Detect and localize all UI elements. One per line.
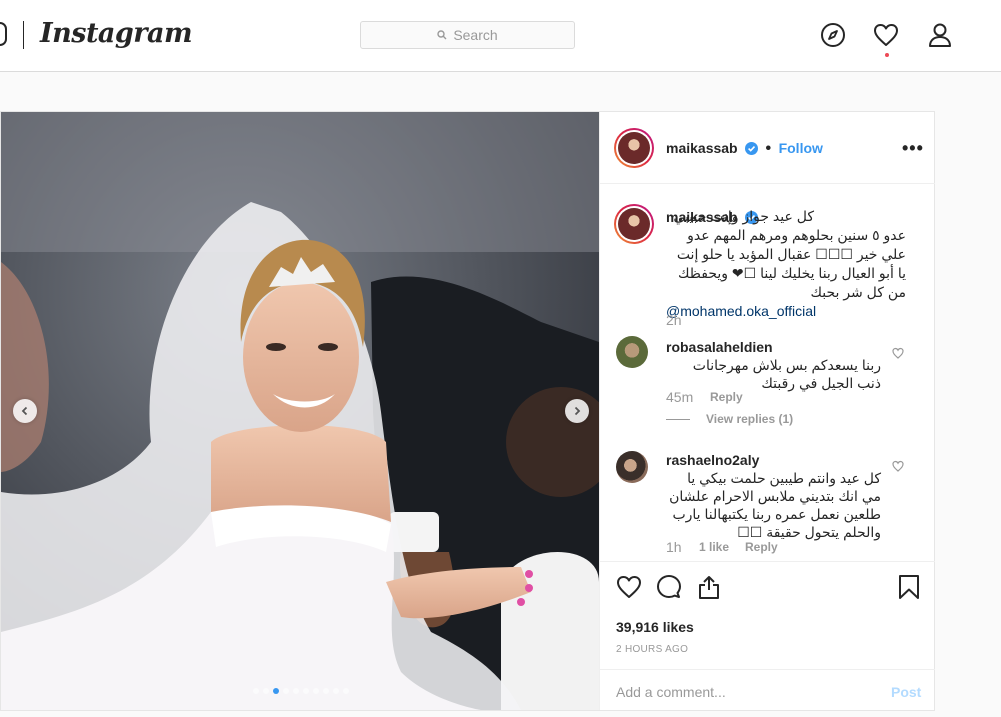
nav-divider: [23, 21, 24, 49]
post-timestamp: 2 HOURS AGO: [616, 644, 689, 655]
caption-mention-link[interactable]: @mohamed.oka_official: [666, 302, 906, 321]
post-card: maikassab • Follow ••• maikassab كل عيد …: [0, 111, 935, 711]
author-username[interactable]: maikassab: [666, 140, 738, 156]
carousel-indicator: [253, 688, 349, 694]
likes-count[interactable]: 39,916 likes: [616, 619, 694, 635]
carousel-dot: [333, 688, 339, 694]
carousel-dot: [263, 688, 269, 694]
chevron-left-icon: [21, 406, 28, 416]
add-comment-form: Add a comment... Post: [600, 669, 935, 711]
separator-dot: •: [765, 140, 772, 157]
search-placeholder: Search: [453, 27, 498, 43]
comment-text: ربنا يسعدكم بس بلاش مهرجانات ذنب الجيل ف…: [692, 357, 881, 391]
top-navigation: Instagram Search: [0, 0, 1001, 72]
heart-icon[interactable]: [873, 22, 899, 48]
comments-section: maikassab كل عيد جواز وإنت حبيبي عدو ٥ س…: [600, 185, 935, 560]
carousel-dot: [283, 688, 289, 694]
view-replies-button[interactable]: View replies (1): [666, 412, 793, 426]
caption-body: كل عيد جواز وإنت حبيبي عدو ٥ سنين بحلوهم…: [673, 208, 906, 300]
comment-time[interactable]: 1h: [666, 539, 682, 555]
comment-icon[interactable]: [656, 574, 682, 600]
commenter-avatar[interactable]: [616, 451, 648, 483]
caption-avatar[interactable]: [614, 204, 654, 244]
post-author: maikassab • Follow: [666, 140, 823, 158]
view-replies-label: View replies (1): [706, 412, 794, 426]
compass-icon[interactable]: [820, 22, 846, 48]
post-actions: 39,916 likes 2 HOURS AGO Add a comment..…: [600, 561, 935, 710]
verified-badge-icon: [745, 142, 759, 155]
post-photo[interactable]: [1, 112, 599, 710]
more-options-icon[interactable]: •••: [902, 138, 924, 159]
search-input[interactable]: Search: [360, 21, 575, 49]
follow-button[interactable]: Follow: [779, 140, 823, 156]
comment-item: robasalaheldien ربنا يسعدكم بس بلاش مهرج…: [666, 338, 881, 392]
carousel-dot: [323, 688, 329, 694]
bookmark-icon[interactable]: [896, 574, 922, 600]
like-comment-icon[interactable]: [892, 347, 904, 359]
author-avatar[interactable]: [614, 128, 654, 168]
instagram-logo[interactable]: Instagram: [40, 18, 193, 49]
reply-button[interactable]: Reply: [710, 390, 743, 404]
carousel-dot: [313, 688, 319, 694]
comment-username[interactable]: robasalaheldien: [666, 338, 881, 356]
post-header: maikassab • Follow •••: [600, 112, 935, 184]
add-comment-input[interactable]: Add a comment...: [616, 684, 726, 700]
profile-icon[interactable]: [927, 22, 953, 48]
like-comment-icon[interactable]: [892, 460, 904, 472]
carousel-prev-button[interactable]: [13, 399, 37, 423]
carousel-dot: [253, 688, 259, 694]
comment-likes-count[interactable]: 1 like: [699, 540, 729, 554]
wedding-photo: [1, 112, 599, 710]
carousel-dot: [273, 688, 279, 694]
comment-item: rashaelno2aly كل عيد وانتم طيبين حلمت بي…: [666, 451, 881, 541]
post-comment-button[interactable]: Post: [891, 684, 921, 700]
like-icon[interactable]: [616, 574, 642, 600]
search-icon: [437, 30, 447, 40]
caption-text: كل عيد جواز وإنت حبيبي عدو ٥ سنين بحلوهم…: [666, 207, 906, 321]
notification-dot: [885, 53, 889, 57]
commenter-avatar[interactable]: [616, 336, 648, 368]
camera-icon[interactable]: [0, 22, 8, 46]
comment-username[interactable]: rashaelno2aly: [666, 451, 881, 469]
carousel-dot: [343, 688, 349, 694]
post-side-panel: maikassab • Follow ••• maikassab كل عيد …: [599, 112, 935, 710]
reply-button[interactable]: Reply: [745, 540, 778, 554]
comment-text: كل عيد وانتم طيبين حلمت بيكي يا مي انك ب…: [669, 470, 881, 540]
carousel-next-button[interactable]: [565, 399, 589, 423]
chevron-right-icon: [574, 406, 581, 416]
carousel-dot: [293, 688, 299, 694]
share-icon[interactable]: [696, 574, 722, 600]
caption-time[interactable]: 2h: [666, 312, 682, 328]
comment-time[interactable]: 45m: [666, 389, 693, 405]
carousel-dot: [303, 688, 309, 694]
